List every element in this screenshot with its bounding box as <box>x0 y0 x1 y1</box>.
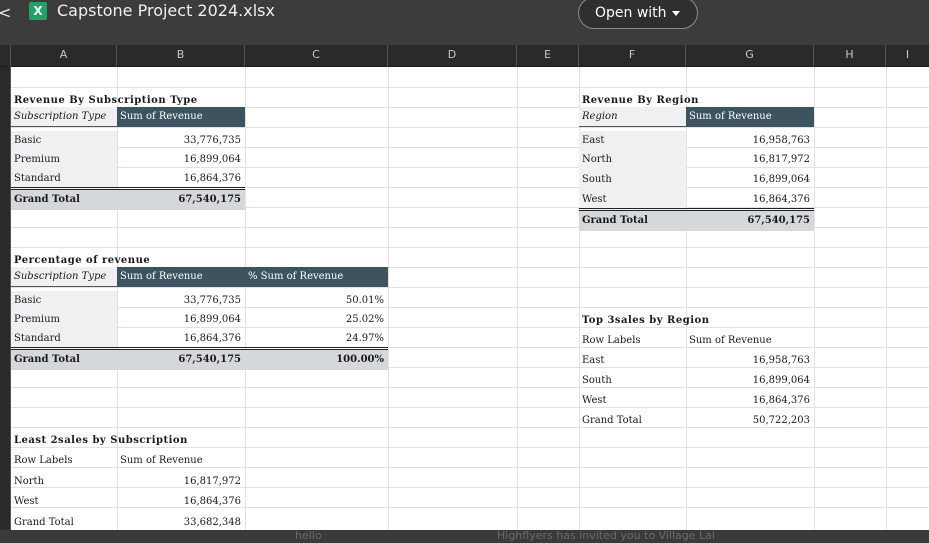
pivot-row-value[interactable]: 16,817,972 <box>686 150 814 170</box>
pivot-row-label[interactable]: South <box>579 170 686 190</box>
pivot-row-label[interactable]: Premium <box>11 150 117 170</box>
pivot-row-value[interactable]: 16,864,376 <box>117 329 245 349</box>
pivot-row-label[interactable]: West <box>11 492 117 512</box>
pivot-total-value[interactable]: 50,722,203 <box>686 411 814 431</box>
back-arrow-icon[interactable]: < <box>0 3 12 25</box>
column-header-c[interactable]: C <box>245 45 388 67</box>
pivot-column-label[interactable]: Row Labels <box>579 331 686 351</box>
pivot-row-percent[interactable]: 24.97% <box>245 329 388 349</box>
pivot-title[interactable]: Least 2sales by Subscription <box>11 431 245 451</box>
pivot-row-value[interactable]: 16,864,376 <box>117 492 245 512</box>
pivot-row-label[interactable]: South <box>579 371 686 391</box>
pivot-row-value[interactable]: 33,776,735 <box>117 131 245 151</box>
pivot-column-label[interactable]: Row Labels <box>11 451 117 471</box>
gridline <box>11 127 929 128</box>
row-header-bar <box>0 67 11 530</box>
pivot-row-label[interactable]: Premium <box>11 310 117 330</box>
pivot-row-label[interactable]: North <box>11 472 117 492</box>
pivot-row-label[interactable]: Basic <box>11 131 117 151</box>
pivot-column-label[interactable]: Region <box>579 107 686 127</box>
pivot-column-label[interactable]: Subscription Type <box>11 107 117 127</box>
pivot-row-label[interactable]: Basic <box>11 291 117 311</box>
gridline <box>11 287 929 288</box>
pivot-column-header[interactable]: Sum of Revenue <box>686 107 814 127</box>
pivot-total-value[interactable]: 67,540,175 <box>686 211 814 231</box>
chevron-down-icon <box>672 11 680 16</box>
spreadsheet-grid[interactable]: Revenue By Subscription Type Subscriptio… <box>11 67 929 530</box>
column-header-bar: A B C D E F G H I <box>0 45 929 67</box>
pivot-row-value[interactable]: 16,864,376 <box>686 190 814 210</box>
gridline <box>11 87 929 88</box>
pivot-total-label[interactable]: Grand Total <box>579 211 686 231</box>
pivot-row-label[interactable]: West <box>579 190 686 210</box>
pivot-row-percent[interactable]: 50.01% <box>245 291 388 311</box>
gridline <box>11 247 929 248</box>
gridline <box>814 67 815 530</box>
open-with-label: Open with <box>595 5 667 21</box>
pivot-row-value[interactable]: 16,899,064 <box>686 371 814 391</box>
viewer-top-bar: < X Capstone Project 2024.xlsx Open with <box>0 0 929 45</box>
gridline <box>388 67 389 530</box>
pivot-row-label[interactable]: North <box>579 150 686 170</box>
gridline <box>517 67 518 530</box>
pivot-row-value[interactable]: 16,899,064 <box>686 170 814 190</box>
pivot-row-value[interactable]: 16,958,763 <box>686 131 814 151</box>
column-header-d[interactable]: D <box>388 45 517 67</box>
pivot-total-label[interactable]: Grand Total <box>11 190 117 210</box>
excel-file-icon: X <box>29 2 47 20</box>
pivot-row-value[interactable]: 33,776,735 <box>117 291 245 311</box>
pivot-row-value[interactable]: 16,864,376 <box>686 391 814 411</box>
pivot-total-value[interactable]: 67,540,175 <box>117 350 245 370</box>
column-header-f[interactable]: F <box>579 45 686 67</box>
column-header-b[interactable]: B <box>117 45 245 67</box>
pivot-column-header[interactable]: % Sum of Revenue <box>245 267 388 287</box>
ghost-text: Highflyers has invited you to Village La… <box>497 530 715 542</box>
column-header-i[interactable]: I <box>886 45 929 67</box>
pivot-total-percent[interactable]: 100.00% <box>245 350 388 370</box>
file-title: Capstone Project 2024.xlsx <box>57 1 275 20</box>
pivot-column-header[interactable]: Sum of Revenue <box>117 267 245 287</box>
pivot-row-value[interactable]: 16,958,763 <box>686 351 814 371</box>
pivot-total-label[interactable]: Grand Total <box>579 411 686 431</box>
select-all-corner[interactable] <box>0 45 11 67</box>
pivot-column-header[interactable]: Sum of Revenue <box>686 331 814 351</box>
pivot-row-label[interactable]: East <box>579 351 686 371</box>
ghost-text: hello <box>295 530 322 542</box>
gridline <box>886 67 887 530</box>
column-header-e[interactable]: E <box>517 45 579 67</box>
bottom-notification-strip: hello Highflyers has invited you to Vill… <box>0 530 929 543</box>
pivot-row-percent[interactable]: 25.02% <box>245 310 388 330</box>
pivot-row-label[interactable]: West <box>579 391 686 411</box>
pivot-total-label[interactable]: Grand Total <box>11 350 117 370</box>
pivot-total-label[interactable]: Grand Total <box>11 513 117 530</box>
pivot-column-header[interactable]: Sum of Revenue <box>117 451 245 471</box>
pivot-column-header[interactable]: Sum of Revenue <box>117 107 245 127</box>
column-header-h[interactable]: H <box>814 45 886 67</box>
pivot-row-label[interactable]: Standard <box>11 169 117 189</box>
column-header-a[interactable]: A <box>11 45 117 67</box>
pivot-row-value[interactable]: 16,899,064 <box>117 150 245 170</box>
pivot-row-value[interactable]: 16,864,376 <box>117 169 245 189</box>
open-with-button[interactable]: Open with <box>578 0 698 29</box>
pivot-total-value[interactable]: 67,540,175 <box>117 190 245 210</box>
pivot-row-value[interactable]: 16,899,064 <box>117 310 245 330</box>
column-header-g[interactable]: G <box>686 45 814 67</box>
pivot-row-value[interactable]: 16,817,972 <box>117 472 245 492</box>
pivot-row-label[interactable]: East <box>579 131 686 151</box>
pivot-column-label[interactable]: Subscription Type <box>11 267 117 287</box>
pivot-title[interactable]: Top 3sales by Region <box>579 311 814 331</box>
pivot-total-value[interactable]: 33,682,348 <box>117 513 245 530</box>
pivot-row-label[interactable]: Standard <box>11 329 117 349</box>
